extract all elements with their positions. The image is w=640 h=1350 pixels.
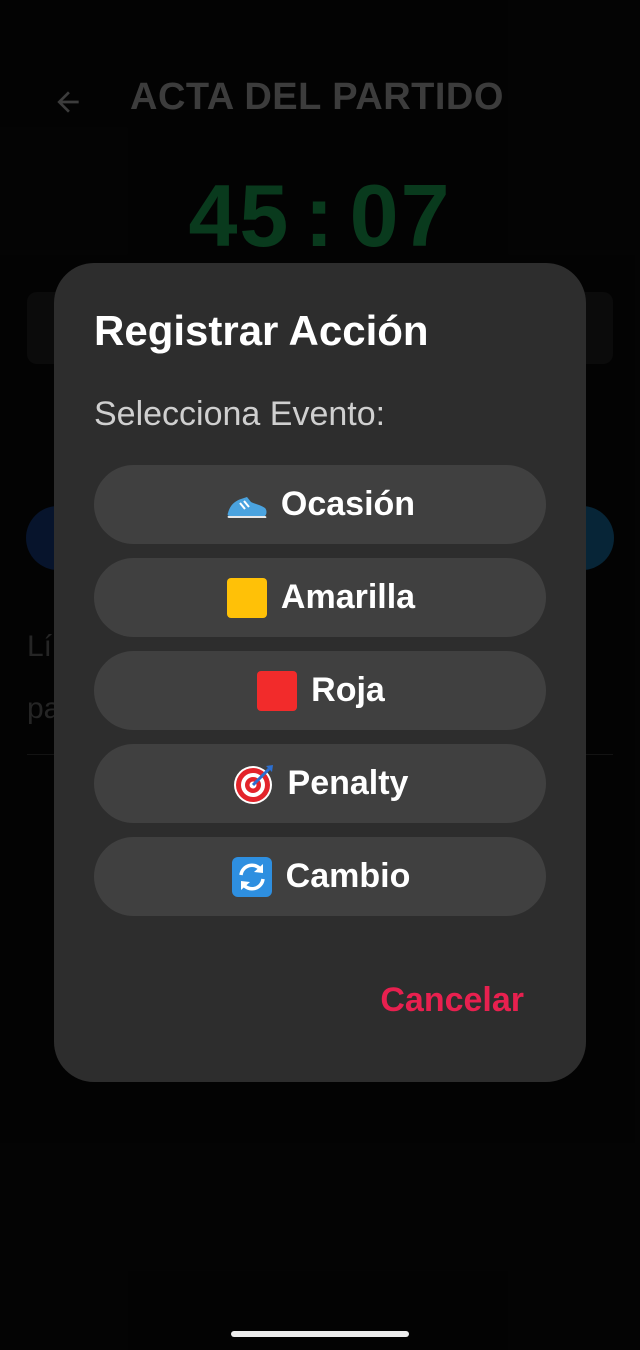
option-amarilla-button[interactable]: Amarilla (94, 558, 546, 637)
home-indicator[interactable] (231, 1331, 409, 1337)
yellow-square-icon (225, 576, 269, 620)
dialog-subtitle: Selecciona Evento: (94, 395, 386, 433)
option-label: Penalty (287, 764, 409, 802)
target-icon (232, 762, 276, 806)
red-square-icon (255, 669, 299, 713)
option-cambio-button[interactable]: Cambio (94, 837, 546, 916)
arrows-cycle-icon (230, 855, 274, 899)
option-label: Roja (311, 671, 385, 709)
option-label: Ocasión (280, 485, 416, 523)
register-action-dialog: Registrar Acción Selecciona Evento: Ocas… (54, 263, 586, 1082)
option-penalty-button[interactable]: Penalty (94, 744, 546, 823)
cancel-button[interactable]: Cancelar (380, 981, 524, 1020)
option-roja-button[interactable]: Roja (94, 651, 546, 730)
dialog-title: Registrar Acción (94, 307, 429, 354)
option-label: Cambio (285, 857, 411, 895)
option-label: Amarilla (280, 578, 416, 616)
option-ocasion-button[interactable]: Ocasión (94, 465, 546, 544)
sneaker-icon (225, 483, 269, 527)
